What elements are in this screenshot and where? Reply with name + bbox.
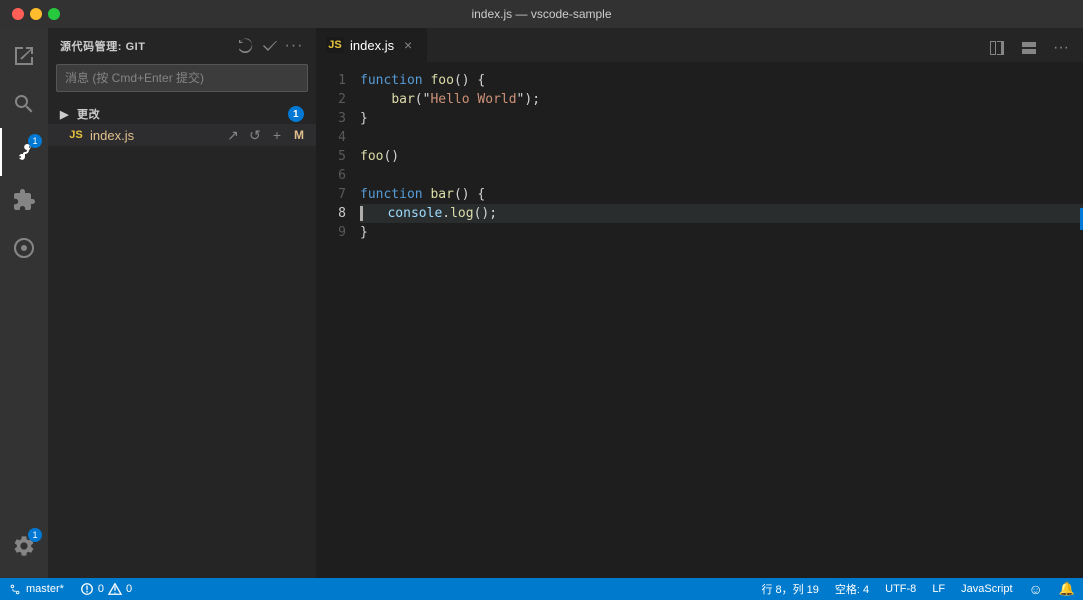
indent-label: 空格: 4 bbox=[835, 581, 869, 597]
line-num-7: 7 bbox=[316, 185, 346, 204]
source-control-activity-icon[interactable]: 1 bbox=[0, 128, 48, 176]
minimize-button[interactable] bbox=[30, 8, 42, 20]
smiley-icon: ☺ bbox=[1029, 581, 1043, 597]
notifications-status[interactable]: 🔔 bbox=[1051, 581, 1083, 597]
cursor-position: 行 8，列 19 bbox=[761, 581, 818, 597]
changes-header-right: 1 bbox=[288, 106, 304, 122]
line-num-8: 8 bbox=[316, 204, 346, 223]
status-right: 行 8，列 19 空格: 4 UTF-8 LF JavaScript ☺ 🔔 bbox=[753, 581, 1083, 597]
line-num-9: 9 bbox=[316, 223, 346, 242]
source-control-badge: 1 bbox=[28, 134, 42, 148]
titlebar: index.js — vscode-sample bbox=[0, 0, 1083, 28]
split-editor-down-button[interactable] bbox=[1015, 34, 1043, 62]
changes-header[interactable]: ▶ 更改 1 bbox=[48, 104, 316, 124]
more-editor-actions-button[interactable]: ··· bbox=[1047, 34, 1075, 62]
encoding-status[interactable]: UTF-8 bbox=[877, 583, 924, 595]
commit-message-input[interactable] bbox=[56, 64, 308, 92]
errors-status[interactable]: 0 0 bbox=[72, 578, 140, 600]
error-icon bbox=[80, 582, 94, 596]
close-button[interactable] bbox=[12, 8, 24, 20]
line-ending-label: LF bbox=[932, 583, 945, 595]
code-line-1: function foo() { bbox=[360, 71, 1083, 90]
discard-changes-button[interactable]: ↺ bbox=[246, 126, 264, 144]
code-line-5: foo() bbox=[360, 147, 1083, 166]
line-numbers: 1 2 3 4 5 6 7 8 9 bbox=[316, 63, 356, 578]
traffic-lights bbox=[12, 8, 60, 20]
branch-status[interactable]: master* bbox=[0, 578, 72, 600]
text-cursor bbox=[360, 206, 363, 221]
line-num-4: 4 bbox=[316, 128, 346, 147]
sidebar-title: 源代码管理: GIT bbox=[60, 38, 146, 54]
remote-activity-icon[interactable] bbox=[0, 224, 48, 272]
code-line-4 bbox=[360, 128, 1083, 147]
changes-label: 更改 bbox=[77, 106, 100, 122]
file-item[interactable]: JS index.js ↗ ↺ + M bbox=[48, 124, 316, 146]
changes-section: ▶ 更改 1 JS index.js ↗ ↺ + M bbox=[48, 100, 316, 150]
indent-status[interactable]: 空格: 4 bbox=[827, 581, 877, 597]
code-line-6 bbox=[360, 166, 1083, 185]
tab-index-js[interactable]: JS index.js × bbox=[316, 28, 427, 62]
code-line-7: function bar() { bbox=[360, 185, 1083, 204]
settings-activity-icon[interactable]: 1 bbox=[0, 522, 48, 570]
bell-icon: 🔔 bbox=[1059, 581, 1075, 597]
open-file-button[interactable]: ↗ bbox=[224, 126, 242, 144]
feedback-status[interactable]: ☺ bbox=[1021, 581, 1051, 597]
status-bar: master* 0 0 行 8，列 19 空格: 4 UTF-8 LF Java… bbox=[0, 578, 1083, 600]
changes-chevron-icon: ▶ bbox=[60, 108, 69, 121]
code-content[interactable]: function foo() { bar("Hello World"); } f… bbox=[356, 63, 1083, 578]
more-actions-button[interactable]: ··· bbox=[284, 36, 304, 56]
git-branch-icon bbox=[8, 582, 22, 596]
extensions-activity-icon[interactable] bbox=[0, 176, 48, 224]
keyword-function-7: function bbox=[360, 185, 423, 204]
keyword-function-1: function bbox=[360, 71, 423, 90]
sidebar-actions: ··· bbox=[236, 36, 304, 56]
code-editor[interactable]: 1 2 3 4 5 6 7 8 9 function foo() { bar("… bbox=[316, 63, 1083, 578]
tab-bar-actions: ··· bbox=[975, 34, 1083, 62]
line-ending-status[interactable]: LF bbox=[924, 583, 953, 595]
tab-close-button[interactable]: × bbox=[400, 37, 416, 53]
file-name: index.js bbox=[90, 128, 224, 143]
tab-label: index.js bbox=[350, 38, 394, 53]
file-actions: ↗ ↺ + M bbox=[224, 126, 304, 144]
js-file-icon: JS bbox=[68, 127, 84, 143]
warning-count: 0 bbox=[126, 583, 132, 595]
refresh-button[interactable] bbox=[236, 36, 256, 56]
language-status[interactable]: JavaScript bbox=[953, 583, 1020, 595]
line-num-5: 5 bbox=[316, 147, 346, 166]
line-num-6: 6 bbox=[316, 166, 346, 185]
code-line-2: bar("Hello World"); bbox=[360, 90, 1083, 109]
activity-bar: 1 1 bbox=[0, 28, 48, 578]
file-modified-badge: M bbox=[294, 128, 304, 142]
changes-count-badge: 1 bbox=[288, 106, 304, 122]
cursor-position-status[interactable]: 行 8，列 19 bbox=[753, 581, 826, 597]
code-line-9: } bbox=[360, 223, 1083, 242]
line-num-3: 3 bbox=[316, 109, 346, 128]
tab-js-icon: JS bbox=[326, 37, 344, 53]
tab-bar: JS index.js × ··· bbox=[316, 28, 1083, 63]
window-title: index.js — vscode-sample bbox=[471, 7, 611, 21]
code-line-8: console.log(); bbox=[360, 204, 1083, 223]
sidebar-header: 源代码管理: GIT ··· bbox=[48, 28, 316, 64]
explorer-icon[interactable] bbox=[0, 32, 48, 80]
encoding-label: UTF-8 bbox=[885, 583, 916, 595]
branch-name: master* bbox=[26, 583, 64, 595]
sidebar: 源代码管理: GIT ··· ▶ bbox=[48, 28, 316, 578]
line-num-1: 1 bbox=[316, 71, 346, 90]
code-line-3: } bbox=[360, 109, 1083, 128]
warning-icon bbox=[108, 582, 122, 596]
language-label: JavaScript bbox=[961, 583, 1012, 595]
settings-badge: 1 bbox=[28, 528, 42, 542]
error-count: 0 bbox=[98, 583, 104, 595]
split-editor-button[interactable] bbox=[983, 34, 1011, 62]
maximize-button[interactable] bbox=[48, 8, 60, 20]
line-num-2: 2 bbox=[316, 90, 346, 109]
changes-header-left: ▶ 更改 bbox=[60, 106, 100, 122]
commit-input-area bbox=[56, 64, 308, 92]
commit-button[interactable] bbox=[260, 36, 280, 56]
editor-area: JS index.js × ··· 1 2 3 bbox=[316, 28, 1083, 578]
activity-bottom: 1 bbox=[0, 522, 48, 578]
stage-file-button[interactable]: + bbox=[268, 126, 286, 144]
main-area: 1 1 源代码管理: GIT bbox=[0, 28, 1083, 578]
search-activity-icon[interactable] bbox=[0, 80, 48, 128]
